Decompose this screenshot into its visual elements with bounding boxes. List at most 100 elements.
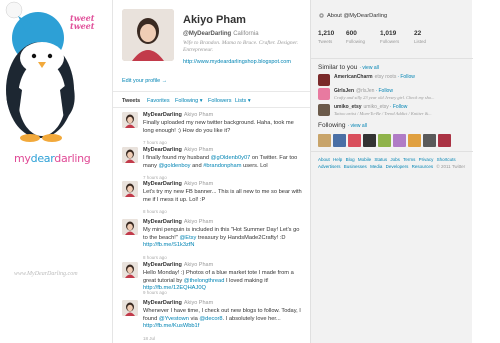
footer-link[interactable]: Developers xyxy=(386,164,409,169)
edit-profile-link[interactable]: Edit your profile → xyxy=(122,78,167,84)
follow-button[interactable]: · Follow xyxy=(397,74,415,80)
profile-name: Akiyo Pham xyxy=(183,14,246,26)
similar-item[interactable]: umiko_etsy umiko_etsy· Follow Tattoo artis… xyxy=(318,104,470,124)
tweet-avatar[interactable] xyxy=(122,300,138,316)
tweet-username[interactable]: MyDearDarling xyxy=(143,147,182,153)
following-avatar[interactable] xyxy=(423,134,436,147)
similar-username[interactable]: GirlsJen xyxy=(334,88,354,94)
similar-username[interactable]: AmericanCharm xyxy=(334,74,373,80)
footer-link[interactable]: Advertisers xyxy=(318,164,341,169)
tweet-realname: Akiyo Pham xyxy=(183,300,214,306)
following-avatar[interactable] xyxy=(348,134,361,147)
tweet-timestamp[interactable]: 8 hours ago xyxy=(143,209,167,214)
tweet-text: Finally uploaded my new twitter backgrou… xyxy=(143,120,305,135)
tweet-username[interactable]: MyDearDarling xyxy=(143,181,182,187)
similar-avatar[interactable] xyxy=(318,74,330,86)
footer-link[interactable]: Blog xyxy=(346,157,355,162)
profile-url-link[interactable]: http://www.mydeardarlingshop.blogspot.co… xyxy=(183,59,291,65)
follow-button[interactable]: · Follow xyxy=(390,104,408,110)
footer-link[interactable]: Businesses xyxy=(344,164,367,169)
tweet-author[interactable]: MyDearDarling Akiyo Pham xyxy=(143,300,213,306)
tab-favorites[interactable]: Favorites xyxy=(147,98,170,104)
footer-link[interactable]: Privacy xyxy=(419,157,434,162)
tweet-avatar[interactable] xyxy=(122,181,138,197)
tweet-author[interactable]: MyDearDarling Akiyo Pham xyxy=(143,112,213,118)
tweet-link[interactable]: http://fb.me/S1k3zfN xyxy=(143,242,195,248)
similar-avatar[interactable] xyxy=(318,88,330,100)
tweet-link[interactable]: @Etsy xyxy=(180,235,197,241)
tweet-username[interactable]: MyDearDarling xyxy=(143,112,182,118)
follow-button[interactable]: · Follow xyxy=(375,88,393,94)
tweet-link[interactable]: http://fb.me/KusWbb1f xyxy=(143,323,199,329)
following-avatar[interactable] xyxy=(378,134,391,147)
footer-link[interactable]: Shortcuts xyxy=(437,157,456,162)
tweet-author[interactable]: MyDearDarling Akiyo Pham xyxy=(143,147,213,153)
brand-logo-part2: dear xyxy=(30,152,55,165)
footer-link[interactable]: Terms xyxy=(403,157,415,162)
tab-following[interactable]: Following ▾ xyxy=(175,98,203,104)
tweet-avatar[interactable] xyxy=(122,219,138,235)
tab-lists[interactable]: Lists ▾ xyxy=(235,98,251,104)
tweet-author[interactable]: MyDearDarling Akiyo Pham xyxy=(143,181,213,187)
similar-avatar[interactable] xyxy=(318,104,330,116)
following-avatar[interactable] xyxy=(393,134,406,147)
tweet-avatar[interactable] xyxy=(122,147,138,163)
stat-listed-count: 22 xyxy=(414,30,422,37)
stat-followers[interactable]: 1,019 Followers xyxy=(380,30,414,44)
following-avatars xyxy=(318,134,468,148)
following-avatar[interactable] xyxy=(408,134,421,147)
tweet-text-part: I finally found my husband xyxy=(143,155,211,161)
footer-link[interactable]: Media xyxy=(370,164,382,169)
following-avatar[interactable] xyxy=(438,134,451,147)
tweet-timestamp[interactable]: 9 hours ago xyxy=(143,290,167,295)
tweet-link[interactable]: @Yvestown xyxy=(159,316,189,322)
footer-link[interactable]: Resources xyxy=(412,164,434,169)
tweet-timestamp[interactable]: 7 hours ago xyxy=(143,140,167,145)
stat-listed[interactable]: 22 Listed xyxy=(414,30,448,44)
footer-link[interactable]: Mobile xyxy=(358,157,371,162)
stat-followers-label: Followers xyxy=(380,39,400,44)
footer-link[interactable]: About xyxy=(318,157,330,162)
tweet-author[interactable]: MyDearDarling Akiyo Pham xyxy=(143,219,213,225)
profile-avatar[interactable] xyxy=(122,9,174,61)
profile-tabs: Tweets Favorites Following ▾ Followers L… xyxy=(113,92,311,108)
tweet-username[interactable]: MyDearDarling xyxy=(143,262,182,268)
tweet-link[interactable]: #brandonpham xyxy=(203,163,241,169)
tweet-avatar[interactable] xyxy=(122,262,138,278)
tweet-username[interactable]: MyDearDarling xyxy=(143,219,182,225)
footer-link[interactable]: Jobs xyxy=(390,157,400,162)
tweet-avatar[interactable] xyxy=(122,112,138,128)
tweet-author[interactable]: MyDearDarling Akiyo Pham xyxy=(143,262,213,268)
footer-link[interactable]: Status xyxy=(374,157,387,162)
similar-username[interactable]: umiko_etsy xyxy=(334,104,362,110)
tweet-link[interactable]: @decor8 xyxy=(199,316,222,322)
tweet-link[interactable]: @gOldenb0y07 xyxy=(211,155,251,161)
similar-name-line: umiko_etsy umiko_etsy· Follow xyxy=(334,104,407,110)
tweet-timestamp[interactable]: 7 hours ago xyxy=(143,175,167,180)
tweet-realname: Akiyo Pham xyxy=(183,181,214,187)
tweet-text-part: Finally uploaded my new twitter backgrou… xyxy=(143,120,294,134)
tweet-timestamp[interactable]: 8 hours ago xyxy=(143,255,167,260)
tweet-realname: Akiyo Pham xyxy=(183,262,214,268)
following-avatar[interactable] xyxy=(363,134,376,147)
tweet-text: Hello Monday! :) Photos of a blue market… xyxy=(143,270,305,293)
profile-bio: Wife to Brandon. Mama to Bruce. Crafter.… xyxy=(183,40,299,53)
sidebar-about-title[interactable]: About @MyDearDarling xyxy=(327,13,387,19)
tweet-username[interactable]: MyDearDarling xyxy=(143,300,182,306)
sidebar-divider xyxy=(311,58,473,59)
tweet-link[interactable]: @goldenboy xyxy=(159,163,191,169)
following-avatar[interactable] xyxy=(333,134,346,147)
copyright: © 2011 Twitter xyxy=(436,163,466,169)
tab-tweets[interactable]: Tweets xyxy=(122,98,140,104)
similar-realname: umiko_etsy xyxy=(363,104,389,110)
tab-followers[interactable]: Followers xyxy=(208,98,232,104)
stat-following[interactable]: 600 Following xyxy=(346,30,380,44)
following-view-all-link[interactable]: · view all xyxy=(347,123,366,129)
footer-link[interactable]: Help xyxy=(333,157,342,162)
tweet-link[interactable]: @thelongthread xyxy=(184,278,225,284)
tweet-realname: Akiyo Pham xyxy=(183,112,214,118)
following-avatar[interactable] xyxy=(318,134,331,147)
tweet-timestamp[interactable]: 18 Jul xyxy=(143,336,155,341)
stat-followers-count: 1,019 xyxy=(380,30,397,37)
similar-view-all-link[interactable]: · view all xyxy=(359,65,378,71)
